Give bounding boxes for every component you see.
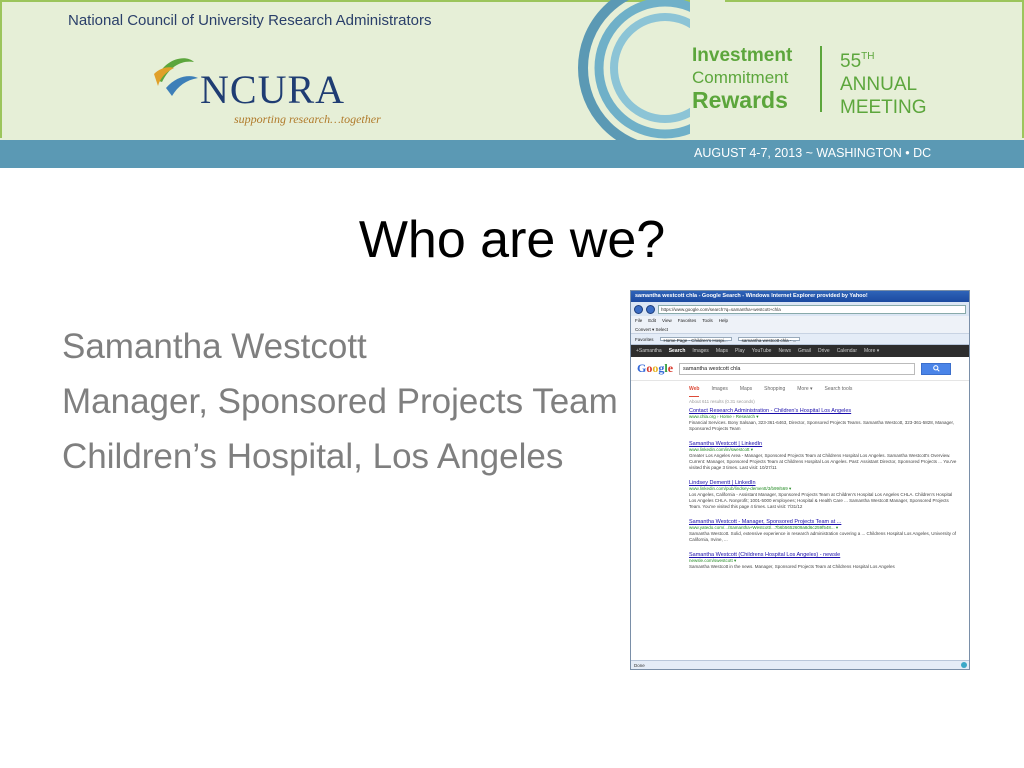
bullet-role: Manager, Sponsored Projects Team [62,382,618,421]
gbar-more: More ▾ [863,348,880,354]
menu-edit: Edit [648,318,657,323]
google-search-button [921,362,952,375]
tab-web: Web [689,386,700,397]
back-icon [634,304,643,314]
gbar-search: Search [668,348,686,354]
tab-search-tools: Search tools [824,386,853,392]
meeting-theme: Investment Commitment Rewards [692,46,812,112]
meeting-dates-location: AUGUST 4-7, 2013 ~ WASHINGTON • DC [694,146,932,160]
bullet-list: Samantha Westcott Manager, Sponsored Pro… [62,324,622,489]
gbar-plus: +Samantha [636,348,662,354]
ie-favorites-bar: Favorites Home Page - Children's Hospi..… [631,334,969,345]
result-stats: About 611 results (0.31 seconds) [689,399,755,404]
google-result-tabs: Web Images Maps Shopping More ▾ Search t… [631,381,969,397]
ie-status-bar: Done [631,660,969,669]
internet-zone-icon [961,662,967,668]
favorites-label: Favorites [635,337,654,342]
tab-maps: Maps [739,386,753,392]
gbar-youtube: YouTube [751,348,772,354]
ie-window-title: samantha westcott chla - Google Search -… [631,291,969,302]
gbar-news: News [778,348,791,354]
ncura-logo-icon [154,58,198,96]
menu-tools: Tools [702,318,713,323]
result-snippet: Financial Services. Bony Salsaan, 323-36… [689,420,954,431]
gbar-images: Images [692,348,709,354]
gbar-maps: Maps [715,348,729,354]
menu-help: Help [718,318,729,323]
organization-name: National Council of University Research … [68,12,432,29]
tab-images: Images [711,386,728,392]
ie-convert-toolbar: Convert ▾ Select [631,325,969,334]
search-result: Samantha Westcott (Childrens Hospital Lo… [631,552,969,570]
theme-divider [820,46,822,112]
google-logo: Google [637,361,674,375]
conference-banner: National Council of University Research … [0,0,1024,168]
menu-file: File [635,318,643,323]
ie-address-bar: https://www.google.com/search?q=samantha… [631,302,969,316]
tab-shopping: Shopping [764,386,786,392]
slide-title: Who are we? [358,211,666,269]
search-result: Samantha Westcott | LinkedIn www.linkedi… [631,441,969,471]
result-snippet: Samantha Westcott. Solid, extensive expe… [689,531,957,542]
theme-rewards: Rewards [692,87,788,113]
google-search-screenshot: samantha westcott chla - Google Search -… [630,290,970,670]
result-snippet: Greater Los Angeles Area - Manager, Spon… [689,453,957,470]
gbar-calendar: Calendar [836,348,857,354]
google-top-bar: +Samantha Search Images Maps Play YouTub… [631,345,969,357]
search-result: Lindsey Dementt | LinkedIn www.linkedin.… [631,480,969,510]
menu-favorites: Favorites [677,318,697,323]
status-text: Done [634,663,645,668]
ie-menu-bar: File Edit View Favorites Tools Help [631,316,969,325]
theme-investment: Investment [692,45,793,66]
ie-tab-google: samantha westcott chla - ... [737,337,801,343]
search-icon [932,365,940,372]
ncura-logo-text: NCURA [200,67,346,112]
search-result: Samantha Westcott - Manager, Sponsored P… [631,519,969,543]
annual-suffix: TH [861,51,875,62]
menu-view: View [662,318,672,323]
meeting-word: MEETING [840,97,927,118]
bullet-name: Samantha Westcott [62,327,367,366]
bullet-organization: Children’s Hospital, Los Angeles [62,437,564,476]
ie-tab-chla: Home Page - Children's Hospi... [659,337,732,343]
theme-commitment: Commitment [692,68,789,87]
annual-meeting-label: 55TH ANNUAL MEETING [840,48,927,118]
result-snippet: Los Angeles, California - Assistant Mana… [689,492,953,509]
result-snippet: Samantha Westcott in the news. Manager, … [689,564,895,569]
google-search-field: samantha westcott chla [679,362,916,375]
ncura-tagline: supporting research…together [234,112,381,126]
ie-url-field: https://www.google.com/search?q=samantha… [658,304,966,314]
gbar-play: Play [735,348,745,354]
gbar-gmail: Gmail [797,348,812,354]
gbar-drive: Drive [818,348,830,354]
tab-more: More ▾ [797,386,813,392]
annual-number: 55 [840,51,862,72]
annual-word: ANNUAL [840,74,918,95]
search-result: Contact Research Administration - Childr… [631,408,969,432]
forward-icon [646,304,655,314]
google-search-header: Google samantha westcott chla [631,357,969,381]
